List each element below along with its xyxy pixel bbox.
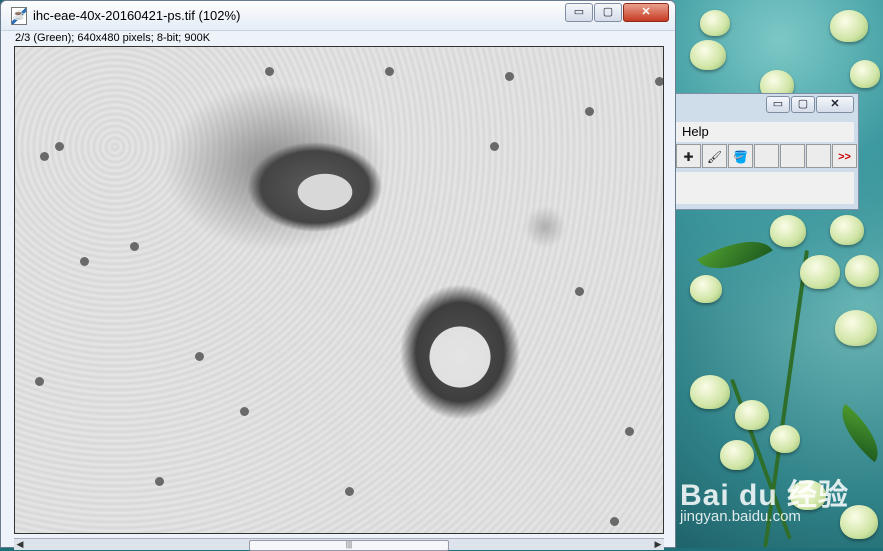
window-controls: ▭ ▢ ✕: [564, 3, 669, 22]
stained-cell: [80, 257, 89, 266]
brush-icon[interactable]: 🖌: [702, 144, 727, 168]
empty-tool-slot[interactable]: [754, 144, 779, 168]
toolbar-maximize-button[interactable]: ▢: [791, 96, 815, 113]
stained-cell: [40, 152, 49, 161]
leaf: [828, 403, 883, 463]
micrograph-image-canvas[interactable]: [14, 46, 664, 534]
stained-cell: [55, 142, 64, 151]
menu-bar: Help: [676, 122, 854, 142]
stained-cell: [385, 67, 394, 76]
maximize-button[interactable]: ▢: [594, 3, 622, 22]
window-title: ihc-eae-40x-20160421-ps.tif (102%): [33, 8, 241, 23]
flower: [850, 60, 880, 88]
stained-cell: [610, 517, 619, 526]
stained-cell: [155, 477, 164, 486]
flower: [770, 425, 800, 453]
flower: [845, 255, 879, 287]
toolbar-status-area: [676, 172, 854, 204]
toolbar-close-button[interactable]: ✕: [816, 96, 854, 113]
flower: [770, 215, 806, 247]
stained-cell: [655, 77, 663, 86]
stained-cell: [240, 407, 249, 416]
empty-tool-slot[interactable]: [780, 144, 805, 168]
flower: [830, 215, 864, 245]
stained-cell: [130, 242, 139, 251]
scroll-right-icon[interactable]: ▶: [652, 539, 664, 550]
flower: [830, 10, 868, 42]
horizontal-scrollbar[interactable]: ◀ ||| ▶: [14, 538, 664, 551]
image-info-line: 2/3 (Green); 640x480 pixels; 8-bit; 900K: [15, 32, 211, 44]
dropper-icon[interactable]: ✚: [676, 144, 701, 168]
flower: [835, 310, 877, 346]
stained-cell: [195, 352, 204, 361]
scroll-left-icon[interactable]: ◀: [14, 539, 26, 550]
scrollbar-thumb[interactable]: |||: [249, 540, 449, 551]
empty-tool-slot[interactable]: [806, 144, 831, 168]
flower: [700, 10, 730, 36]
image-window-titlebar[interactable]: ☕ ihc-eae-40x-20160421-ps.tif (102%) ▭ ▢…: [1, 1, 675, 31]
toolbar-minimize-button[interactable]: ▭: [766, 96, 790, 113]
minimize-button[interactable]: ▭: [565, 3, 593, 22]
flower: [690, 40, 726, 70]
stained-cell: [575, 287, 584, 296]
stained-cell: [585, 107, 594, 116]
stained-cell: [265, 67, 274, 76]
flower: [690, 375, 730, 409]
stained-cell: [345, 487, 354, 496]
toolbar-window: ▭ ▢ ✕ Help ✚ 🖌 🪣 >>: [676, 93, 859, 210]
flower: [720, 440, 754, 470]
stained-cell: [505, 72, 514, 81]
stained-cell: [490, 142, 499, 151]
flower: [690, 275, 722, 303]
stained-cell: [625, 427, 634, 436]
more-tools-icon[interactable]: >>: [832, 144, 857, 168]
close-button[interactable]: ✕: [623, 3, 669, 22]
image-window: ☕ ihc-eae-40x-20160421-ps.tif (102%) ▭ ▢…: [0, 0, 676, 551]
tool-buttons: ✚ 🖌 🪣 >>: [676, 144, 858, 170]
stained-cell: [35, 377, 44, 386]
java-app-icon: ☕: [11, 6, 27, 25]
baidu-watermark-url: jingyan.baidu.com: [680, 508, 801, 525]
menu-help[interactable]: Help: [676, 124, 709, 139]
toolbar-window-controls: ▭ ▢ ✕: [765, 96, 854, 113]
flower: [800, 255, 840, 289]
flower: [735, 400, 769, 430]
paint-bucket-icon[interactable]: 🪣: [728, 144, 753, 168]
